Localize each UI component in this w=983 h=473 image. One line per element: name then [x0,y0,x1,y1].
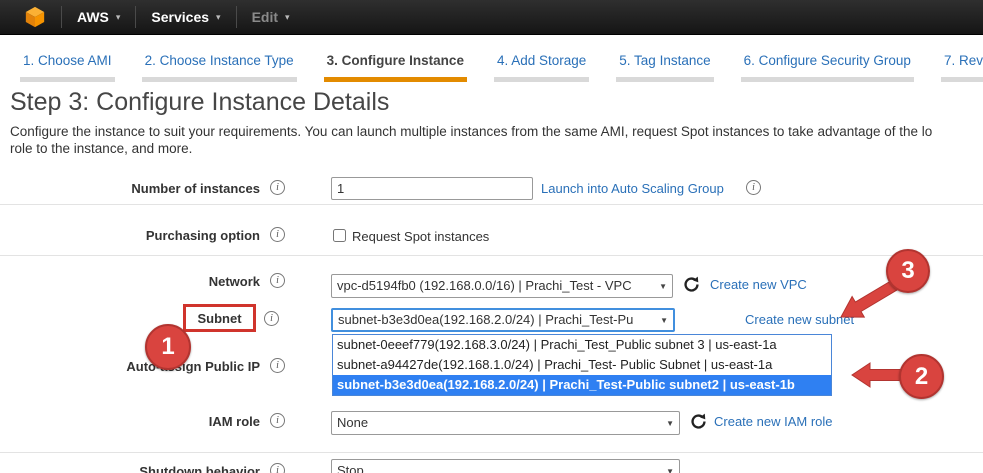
create-new-vpc-link[interactable]: Create new VPC [710,277,807,292]
nav-divider [61,6,62,28]
refresh-vpc-icon[interactable] [683,276,700,298]
subnet-option-1[interactable]: subnet-0eeef779(192.168.3.0/24) | Prachi… [333,335,831,355]
tab-choose-instance-type[interactable]: 2. Choose Instance Type [142,53,297,82]
select-caret-icon: ▼ [666,468,674,473]
shutdown-behavior-select-value: Stop [337,463,364,473]
nav-aws-label: AWS [77,9,109,25]
create-new-iam-role-link[interactable]: Create new IAM role [714,414,833,429]
iam-role-label: IAM role [0,414,260,429]
annotation-badge-1: 1 [145,324,191,370]
aws-cube-logo-icon[interactable] [24,6,46,28]
iam-role-select[interactable]: None ▼ [331,411,680,435]
nav-divider [236,6,237,28]
create-new-subnet-link[interactable]: Create new subnet [745,312,854,327]
annotation-badge-3: 3 [886,249,930,293]
tab-configure-instance[interactable]: 3. Configure Instance [324,53,467,82]
info-icon[interactable]: i [270,227,285,242]
tab-add-storage[interactable]: 4. Add Storage [494,53,589,82]
nav-menu-aws[interactable]: AWS ▾ [77,9,120,25]
info-icon[interactable]: i [270,413,285,428]
nav-menu-edit[interactable]: Edit ▾ [252,9,290,25]
row-divider [0,255,983,256]
page-title: Step 3: Configure Instance Details [10,88,389,117]
network-select[interactable]: vpc-d5194fb0 (192.168.0.0/16) | Prachi_T… [331,274,673,298]
page-description: Configure the instance to suit your requ… [10,123,983,157]
shutdown-behavior-select[interactable]: Stop ▼ [331,459,680,473]
request-spot-instances-checkbox[interactable] [333,229,346,242]
tab-choose-ami[interactable]: 1. Choose AMI [20,53,115,82]
chevron-down-icon: ▾ [285,12,290,23]
iam-role-select-value: None [337,415,368,430]
annotation-badge-2: 2 [899,354,944,399]
info-icon[interactable]: i [746,180,761,195]
tab-tag-instance[interactable]: 5. Tag Instance [616,53,713,82]
info-icon[interactable]: i [270,358,285,373]
info-icon[interactable]: i [264,311,279,326]
info-icon[interactable]: i [270,180,285,195]
nav-services-label: Services [151,9,209,25]
tab-review[interactable]: 7. Review [941,53,983,82]
auto-assign-public-ip-label: Auto-assign Public IP [0,359,260,374]
subnet-dropdown-list: subnet-0eeef779(192.168.3.0/24) | Prachi… [332,334,832,396]
page-description-line1: Configure the instance to suit your requ… [10,123,983,140]
tab-configure-security-group[interactable]: 6. Configure Security Group [741,53,914,82]
select-caret-icon: ▼ [666,420,674,428]
subnet-select-value: subnet-b3e3d0ea(192.168.2.0/24) | Prachi… [338,312,633,327]
purchasing-option-label: Purchasing option [0,228,260,243]
annotation-arrow-2 [852,363,905,387]
network-select-value: vpc-d5194fb0 (192.168.0.0/16) | Prachi_T… [337,278,632,293]
number-of-instances-input[interactable] [331,177,533,200]
subnet-select[interactable]: subnet-b3e3d0ea(192.168.2.0/24) | Prachi… [331,308,675,332]
chevron-down-icon: ▾ [216,12,221,23]
nav-divider [135,6,136,28]
nav-edit-label: Edit [252,9,278,25]
row-divider [0,452,983,453]
wizard-step-tabs: 1. Choose AMI 2. Choose Instance Type 3.… [20,53,983,82]
chevron-down-icon: ▾ [116,12,121,23]
aws-launch-wizard-screen: AWS ▾ Services ▾ Edit ▾ 1. Choose AMI 2.… [0,0,983,473]
select-caret-icon: ▼ [659,283,667,291]
subnet-label-red-callout-box: Subnet [183,304,256,332]
refresh-iam-role-icon[interactable] [690,413,707,435]
shutdown-behavior-label: Shutdown behavior [0,464,260,473]
number-of-instances-label: Number of instances [0,181,260,196]
nav-menu-services[interactable]: Services ▾ [151,9,220,25]
select-caret-icon: ▼ [660,317,668,325]
top-nav-bar: AWS ▾ Services ▾ Edit ▾ [0,0,983,35]
subnet-option-3-selected[interactable]: subnet-b3e3d0ea(192.168.2.0/24) | Prachi… [333,375,831,395]
row-divider [0,204,983,205]
page-description-line2: role to the instance, and more. [10,140,983,157]
subnet-option-2[interactable]: subnet-a94427de(192.168.1.0/24) | Prachi… [333,355,831,375]
info-icon[interactable]: i [270,273,285,288]
launch-into-auto-scaling-group-link[interactable]: Launch into Auto Scaling Group [541,181,724,196]
request-spot-instances-label: Request Spot instances [352,229,489,244]
info-icon[interactable]: i [270,463,285,473]
network-label: Network [0,274,260,289]
subnet-label: Subnet [197,311,241,326]
